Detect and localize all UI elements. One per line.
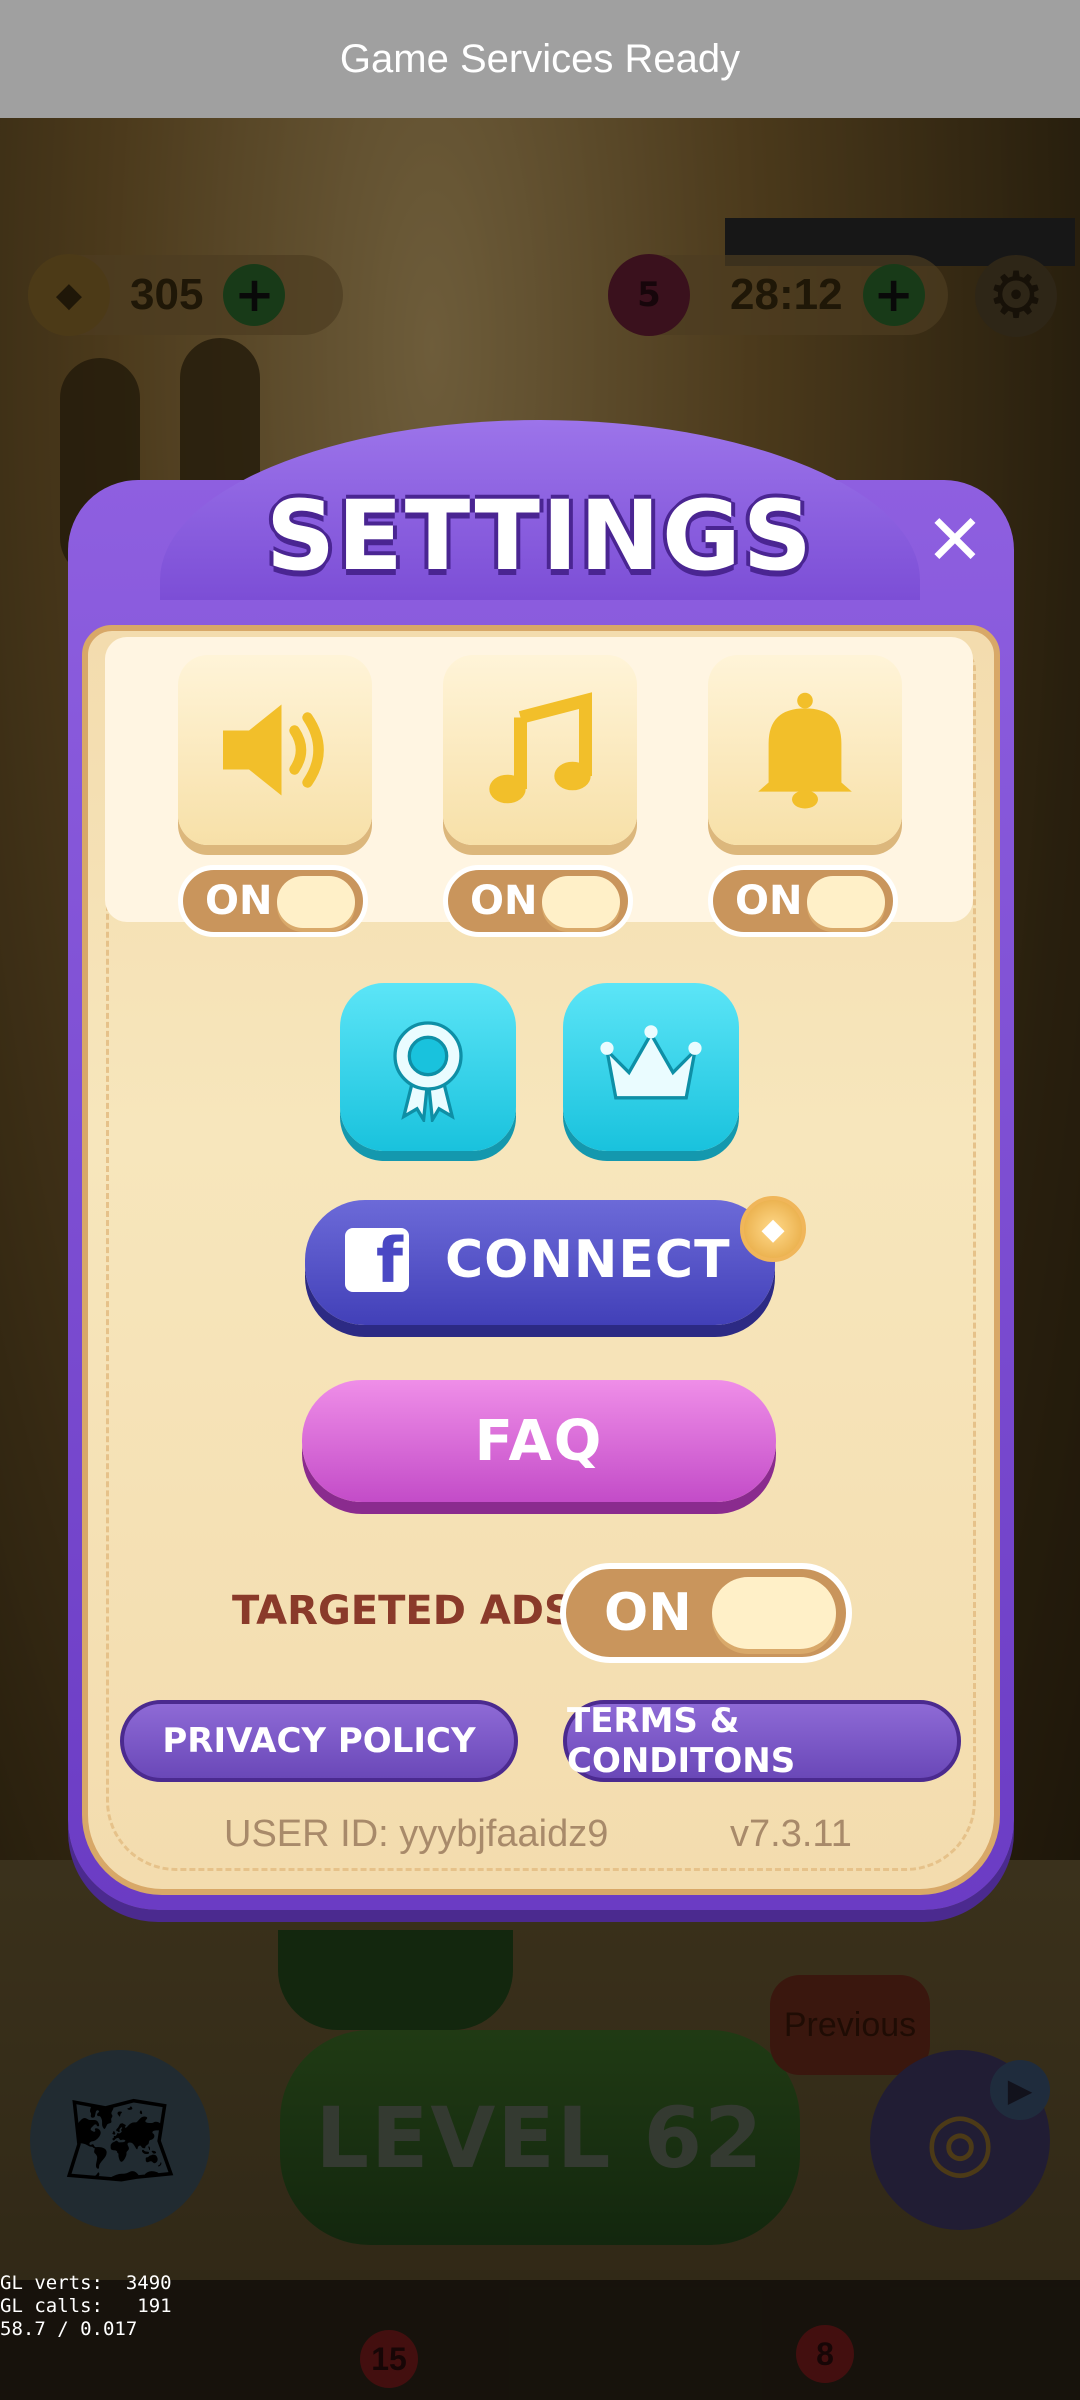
connect-label: CONNECT: [445, 1230, 731, 1290]
version-label: v7.3.11: [730, 1813, 852, 1855]
toggle-knob: [807, 876, 885, 928]
toggle-label: ON: [470, 878, 538, 924]
privacy-label: PRIVACY POLICY: [162, 1721, 476, 1761]
settings-title: SETTINGS: [266, 480, 814, 592]
toast-text: Game Services Ready: [339, 36, 741, 81]
privacy-policy-button[interactable]: PRIVACY POLICY: [120, 1700, 518, 1782]
speaker-icon: [223, 704, 324, 796]
music-toggle[interactable]: ON: [443, 865, 633, 937]
game-services-toast: Game Services Ready: [0, 0, 1080, 118]
sound-button[interactable]: [178, 655, 372, 845]
music-note-icon: [489, 692, 592, 804]
leaderboard-button[interactable]: [563, 983, 739, 1151]
coin-reward-icon: ◆: [740, 1196, 806, 1262]
debug-line: 58.7 / 0.017: [0, 2318, 138, 2340]
notifications-toggle[interactable]: ON: [708, 865, 898, 937]
bell-icon: [758, 692, 852, 809]
debug-line: GL verts: 3490: [0, 2272, 172, 2294]
toggle-knob: [712, 1577, 836, 1649]
music-button[interactable]: [443, 655, 637, 845]
terms-label: TERMS & CONDITONS: [567, 1701, 796, 1781]
debug-overlay: GL verts: 3490 GL calls: 191 58.7 / 0.017: [0, 2272, 172, 2341]
toggle-label: ON: [205, 878, 273, 924]
targeted-ads-label: TARGETED ADS:: [232, 1588, 589, 1634]
rosette-icon: [393, 1021, 463, 1122]
facebook-connect-button[interactable]: f CONNECT: [305, 1200, 775, 1325]
user-id: USER ID: yyybjfaaidz9: [224, 1813, 609, 1855]
terms-button[interactable]: TERMS & CONDITONS: [563, 1700, 961, 1782]
faq-button[interactable]: FAQ: [302, 1380, 776, 1502]
toggle-label: ON: [604, 1583, 692, 1643]
notifications-button[interactable]: [708, 655, 902, 845]
sound-toggle[interactable]: ON: [178, 865, 368, 937]
facebook-icon: f: [345, 1228, 409, 1292]
faq-label: FAQ: [474, 1408, 604, 1474]
crown-icon: [600, 1025, 702, 1100]
toggle-label: ON: [735, 878, 803, 924]
targeted-ads-toggle[interactable]: ON: [560, 1563, 852, 1663]
achievements-button[interactable]: [340, 983, 516, 1151]
toggle-knob: [542, 876, 620, 928]
debug-line: GL calls: 191: [0, 2295, 172, 2317]
close-icon[interactable]: ✕: [920, 505, 990, 575]
toggle-knob: [277, 876, 355, 928]
